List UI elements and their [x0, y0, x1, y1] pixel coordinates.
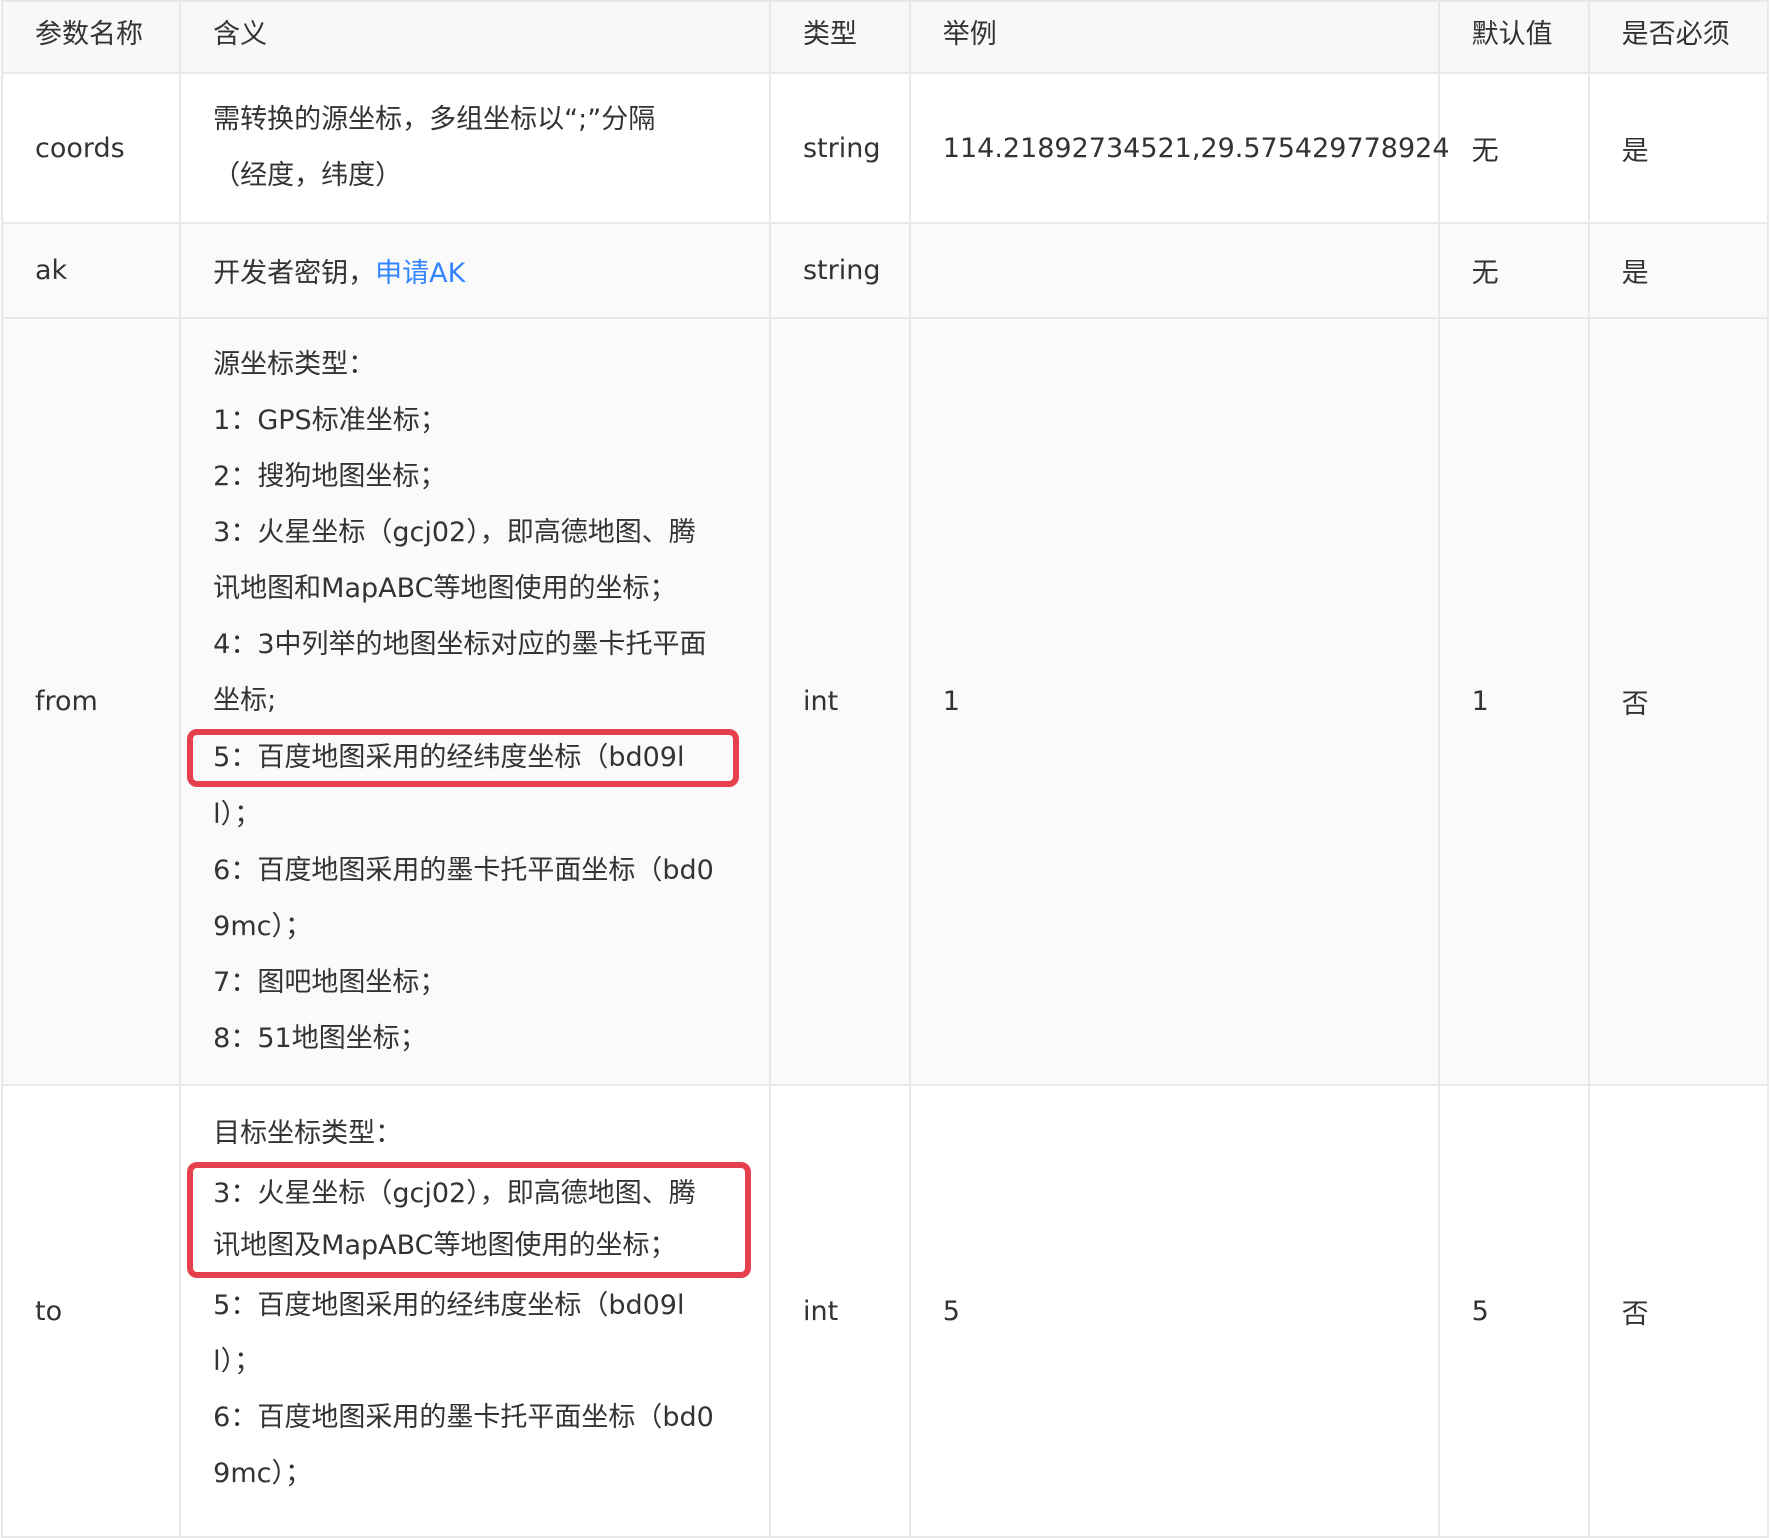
meaning-line-highlighted: 3：火星坐标（gcj02），即高德地图、腾 [213, 1178, 696, 1209]
highlight-box: 5：百度地图采用的经纬度坐标（bd09l [187, 728, 740, 787]
meaning-line: 9mc）； [213, 1458, 312, 1489]
param-name: to [0, 1084, 182, 1538]
param-required: 否 [1587, 317, 1770, 1086]
param-type: string [768, 222, 911, 319]
meaning-line: 1：GPS标准坐标； [213, 404, 447, 436]
table-row: to 目标坐标类型： 3：火星坐标（gcj02），即高德地图、腾 讯地图及Map… [0, 1084, 1770, 1538]
meaning-line: 源坐标类型： [213, 348, 376, 380]
param-meaning: 开发者密钥，申请AK [179, 222, 771, 319]
meaning-line: 目标坐标类型： [213, 1118, 403, 1149]
param-name: from [0, 317, 182, 1086]
meaning-line: 5：百度地图采用的经纬度坐标（bd09l [213, 1290, 685, 1321]
param-required: 是 [1587, 222, 1770, 319]
meaning-line: 讯地图和MapABC等地图使用的坐标； [213, 572, 677, 604]
meaning-line: l）； [213, 1346, 262, 1377]
params-table: 参数名称 含义 类型 举例 默认值 是否必须 coords 需转换的源坐标，多组… [0, 0, 1770, 1538]
meaning-line: 7：图吧地图坐标； [213, 966, 447, 998]
param-default: 无 [1437, 222, 1590, 319]
param-default: 5 [1437, 1084, 1590, 1538]
table-row: coords 需转换的源坐标，多组坐标以“;”分隔 （经度，纬度） string… [0, 72, 1770, 224]
meaning-line: 6：百度地图采用的墨卡托平面坐标（bd0 [213, 854, 714, 886]
param-required: 是 [1587, 72, 1770, 224]
meaning-line: 4：3中列举的地图坐标对应的墨卡托平面 [213, 628, 707, 660]
param-type: int [768, 1084, 911, 1538]
param-example: 114.21892734521,29.575429778924 [908, 72, 1450, 224]
param-default: 无 [1437, 72, 1590, 224]
param-default: 1 [1437, 317, 1590, 1086]
apply-ak-link[interactable]: 申请AK [375, 258, 465, 289]
meaning-text: 开发者密钥， [213, 258, 376, 289]
meaning-line: 9mc）； [213, 910, 312, 942]
param-meaning: 目标坐标类型： 3：火星坐标（gcj02），即高德地图、腾 讯地图及MapABC… [179, 1084, 771, 1538]
highlight-box: 3：火星坐标（gcj02），即高德地图、腾 讯地图及MapABC等地图使用的坐标… [187, 1162, 752, 1278]
header-name: 参数名称 [0, 0, 182, 74]
header-meaning: 含义 [179, 0, 771, 74]
meaning-line: 3：火星坐标（gcj02），即高德地图、腾 [213, 516, 696, 548]
param-example: 5 [908, 1084, 1440, 1538]
table-row: ak 开发者密钥，申请AK string 无 是 [0, 222, 1770, 319]
param-example [908, 222, 1440, 319]
param-type: string [768, 72, 911, 224]
param-name: ak [0, 222, 182, 319]
param-meaning: 源坐标类型： 1：GPS标准坐标； 2：搜狗地图坐标； 3：火星坐标（gcj02… [179, 317, 771, 1086]
meaning-line: （经度，纬度） [213, 160, 403, 191]
meaning-line-highlighted: 5：百度地图采用的经纬度坐标（bd09l [213, 741, 685, 773]
header-default: 默认值 [1437, 0, 1590, 74]
meaning-line: 2：搜狗地图坐标； [213, 460, 447, 492]
meaning-line: l）； [213, 798, 262, 830]
param-name: coords [0, 72, 182, 224]
meaning-line: 需转换的源坐标，多组坐标以“;”分隔 [213, 104, 656, 135]
param-meaning: 需转换的源坐标，多组坐标以“;”分隔 （经度，纬度） [179, 72, 771, 224]
header-type: 类型 [768, 0, 911, 74]
meaning-line: 坐标; [213, 684, 277, 716]
header-row: 参数名称 含义 类型 举例 默认值 是否必须 [0, 0, 1770, 74]
meaning-line: 8：51地图坐标； [213, 1022, 427, 1054]
meaning-line-highlighted: 讯地图及MapABC等地图使用的坐标； [213, 1230, 677, 1261]
param-type: int [768, 317, 911, 1086]
param-required: 否 [1587, 1084, 1770, 1538]
header-example: 举例 [908, 0, 1440, 74]
table-row: from 源坐标类型： 1：GPS标准坐标； 2：搜狗地图坐标； 3：火星坐标（… [0, 317, 1770, 1086]
meaning-line: 6：百度地图采用的墨卡托平面坐标（bd0 [213, 1402, 714, 1433]
param-example: 1 [908, 317, 1440, 1086]
header-required: 是否必须 [1587, 0, 1770, 74]
